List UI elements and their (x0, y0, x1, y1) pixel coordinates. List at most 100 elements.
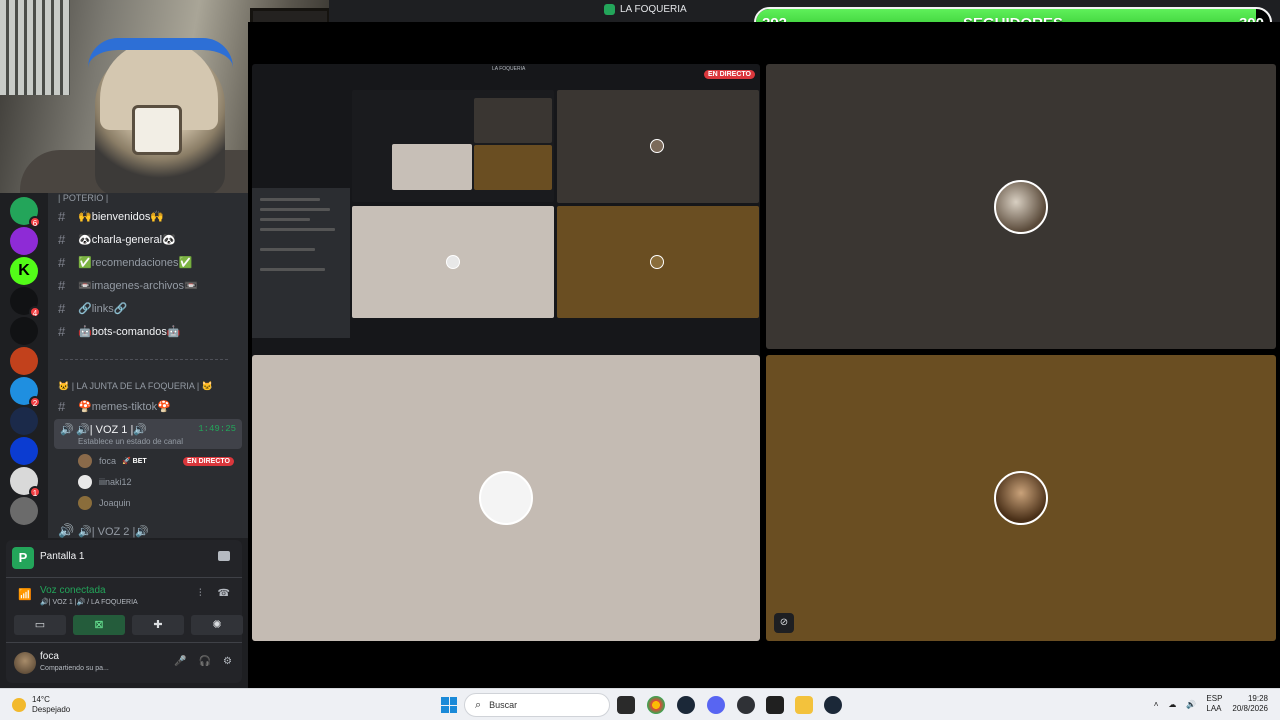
divider (6, 642, 242, 643)
share-window-title: LA FOQUERIA (492, 66, 526, 72)
video-tile-user[interactable] (766, 64, 1276, 349)
activities-button[interactable]: ✚ (132, 615, 184, 635)
voice-controls: ⫶ ☎ (199, 588, 230, 599)
screen-share-tile[interactable]: LA FOQUERIA EN DIRECTO (252, 64, 760, 372)
webcam-headphones (88, 38, 233, 68)
window-title: LA FOQUERIA (604, 4, 687, 15)
live-badge: EN DIRECTO (703, 70, 755, 79)
shared-line (260, 208, 330, 211)
discord-icon[interactable] (707, 696, 725, 714)
text-channel[interactable]: # 🙌bienvenidos🙌 (58, 206, 242, 226)
user-name: foca (40, 651, 59, 662)
speaker-icon: 🔊 (60, 424, 74, 436)
text-channel[interactable]: # ✅recomendaciones✅ (58, 252, 242, 272)
server-icon[interactable] (10, 347, 38, 375)
webcam-window-blinds (0, 0, 70, 95)
chevron-up-icon[interactable]: ˄ (1154, 700, 1159, 709)
server-icon[interactable] (10, 437, 38, 465)
steam-icon-2[interactable] (824, 696, 842, 714)
disconnect-icon[interactable]: ☎ (218, 588, 230, 599)
channel-name: 🙌bienvenidos🙌 (78, 210, 165, 223)
text-channel[interactable]: # 🤖bots-comandos🤖 (58, 321, 242, 341)
category-junta[interactable]: 🐱 | LA JUNTA DE LA FOQUERIA | 🐱 (58, 381, 242, 392)
voice-member[interactable]: Joaquin (78, 493, 242, 513)
text-channel[interactable]: # 🔗links🔗 (58, 298, 242, 318)
headphones-icon[interactable]: 🎧 (199, 656, 211, 667)
avatar[interactable] (14, 652, 36, 674)
avatar (78, 475, 92, 489)
voice-channel-voz-2[interactable]: 🔊 🔊| VOZ 2 |🔊 (58, 521, 242, 541)
user-avatar (479, 471, 533, 525)
voice-location[interactable]: 🔊| VOZ 1 |🔊 / LA FOQUERIA (40, 598, 138, 606)
noise-suppression-icon[interactable]: ⫶ (199, 588, 202, 599)
channel-memes-tiktok[interactable]: # 🍄memes-tiktok🍄 (58, 396, 242, 416)
shared-line (260, 248, 315, 251)
camera-off-button[interactable]: ▭ (14, 615, 66, 635)
obs-icon[interactable] (737, 696, 755, 714)
category-poterio[interactable]: | POTERIO | (58, 193, 242, 203)
voice-channel-name: 🔊| VOZ 1 |🔊 (76, 424, 148, 436)
server-icon[interactable] (10, 497, 38, 525)
mention-badge: 4 (29, 306, 41, 318)
hash-icon: # (58, 208, 66, 224)
shared-line (260, 228, 335, 231)
stop-stream-icon[interactable] (218, 551, 230, 561)
category-divider (60, 359, 228, 360)
clock[interactable]: 19:28 20/8/2026 (1232, 694, 1268, 714)
channel-name: ✅recomendaciones✅ (78, 256, 193, 269)
user-avatar (994, 471, 1048, 525)
steam-icon[interactable] (677, 696, 695, 714)
channel-name: 🔊| VOZ 2 |🔊 (78, 525, 150, 538)
chrome-icon[interactable] (647, 696, 665, 714)
user-panel: P Pantalla 1 📶 Voz conectada 🔊| VOZ 1 |🔊… (6, 540, 243, 683)
server-icon[interactable]: K (10, 257, 38, 285)
weather-widget[interactable]: 14°C Despejado (12, 695, 70, 715)
gear-icon[interactable]: ⚙ (223, 656, 232, 667)
shared-line (260, 218, 310, 221)
search-box[interactable]: ⌕ Buscar (464, 693, 610, 717)
cap-gorilla-patch (132, 105, 182, 155)
volume-icon[interactable]: 🔊 (1186, 700, 1196, 709)
language-indicator[interactable]: ESP LAA (1206, 694, 1222, 714)
video-tile-joaquin[interactable]: ⊘ (766, 355, 1276, 641)
network-icon[interactable]: ☁ (1168, 700, 1176, 709)
time: 19:28 (1247, 694, 1268, 703)
signal-icon[interactable]: 📶 (18, 588, 32, 601)
channel-status-prompt[interactable]: Establece un estado de canal (78, 437, 183, 446)
server-icon[interactable] (10, 317, 38, 345)
file-explorer-icon[interactable] (795, 696, 813, 714)
voice-stage: LA FOQUERIA EN DIRECTO ⊘ (248, 22, 1280, 688)
server-icon[interactable] (10, 227, 38, 255)
text-channel[interactable]: # 📼imagenes-archivos📼 (58, 275, 242, 295)
shared-line (260, 198, 320, 201)
voice-channel-voz-1[interactable]: 🔊 🔊| VOZ 1 |🔊 1:49:25 Establece un estad… (54, 419, 242, 449)
channel-name: 🤖bots-comandos🤖 (78, 325, 181, 338)
server-icon[interactable]: 2 (10, 377, 41, 408)
hash-icon: # (58, 277, 66, 293)
keyboard-layout: LAA (1206, 704, 1222, 713)
server-icon[interactable]: 6 (10, 197, 41, 228)
task-view-icon[interactable] (617, 696, 635, 714)
video-tile-iiinaki12[interactable] (252, 355, 760, 641)
channel-name: 🔗links🔗 (78, 302, 128, 315)
server-logo-icon (604, 4, 615, 15)
camera-off-icon: ⊘ (774, 613, 794, 633)
voice-member[interactable]: iiinaki12 (78, 472, 242, 492)
nested-tile (474, 145, 552, 190)
soundboard-button[interactable]: ✺ (191, 615, 243, 635)
server-icon[interactable]: 4 (10, 287, 41, 318)
microphone-icon[interactable]: 🎤 (174, 656, 186, 667)
server-icon[interactable] (10, 407, 38, 435)
hash-icon: # (58, 398, 66, 414)
voice-connected-label[interactable]: Voz conectada (40, 585, 106, 596)
server-icon[interactable]: 1 (10, 467, 41, 498)
capcut-icon[interactable] (766, 696, 784, 714)
start-button[interactable] (441, 697, 457, 713)
share-screen-button[interactable]: ⊠ (73, 615, 125, 635)
member-name: iiinaki12 (99, 477, 132, 487)
user-avatar (994, 180, 1048, 234)
text-channel[interactable]: # 🐼charla-general🐼 (58, 229, 242, 249)
system-tray: ˄ ☁ 🔊 ESP LAA 19:28 20/8/2026 (1154, 694, 1268, 714)
voice-member[interactable]: foca 🚀 BET EN DIRECTO (78, 451, 242, 471)
channel-name: 📼imagenes-archivos📼 (78, 279, 198, 292)
